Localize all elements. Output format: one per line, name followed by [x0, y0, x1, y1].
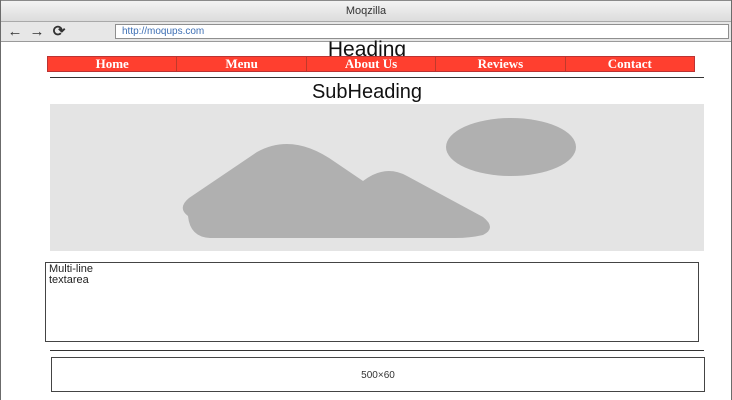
image-placeholder — [50, 104, 704, 251]
menu-item-home[interactable]: Home — [48, 57, 178, 71]
multiline-textarea[interactable]: Multi-line textarea — [45, 262, 699, 342]
menu-item-reviews[interactable]: Reviews — [436, 57, 566, 71]
page-subheading: SubHeading — [311, 81, 423, 103]
browser-window: Moqzilla ← → ⟳ http://moqups.com Heading… — [0, 0, 732, 400]
divider-top — [50, 77, 704, 78]
image-icon — [182, 118, 576, 238]
placeholder-box: 500×60 — [51, 357, 705, 392]
title-bar: Moqzilla — [1, 0, 731, 22]
main-menu: Home Menu About Us Reviews Contact — [47, 56, 695, 72]
divider-bottom — [50, 350, 704, 351]
menu-item-about-us[interactable]: About Us — [306, 57, 437, 71]
menu-item-menu[interactable]: Menu — [177, 57, 307, 71]
window-title: Moqzilla — [345, 5, 387, 17]
address-bar[interactable]: http://moqups.com — [115, 24, 729, 39]
menu-item-contact[interactable]: Contact — [565, 57, 695, 71]
url-text: http://moqups.com — [122, 26, 205, 37]
